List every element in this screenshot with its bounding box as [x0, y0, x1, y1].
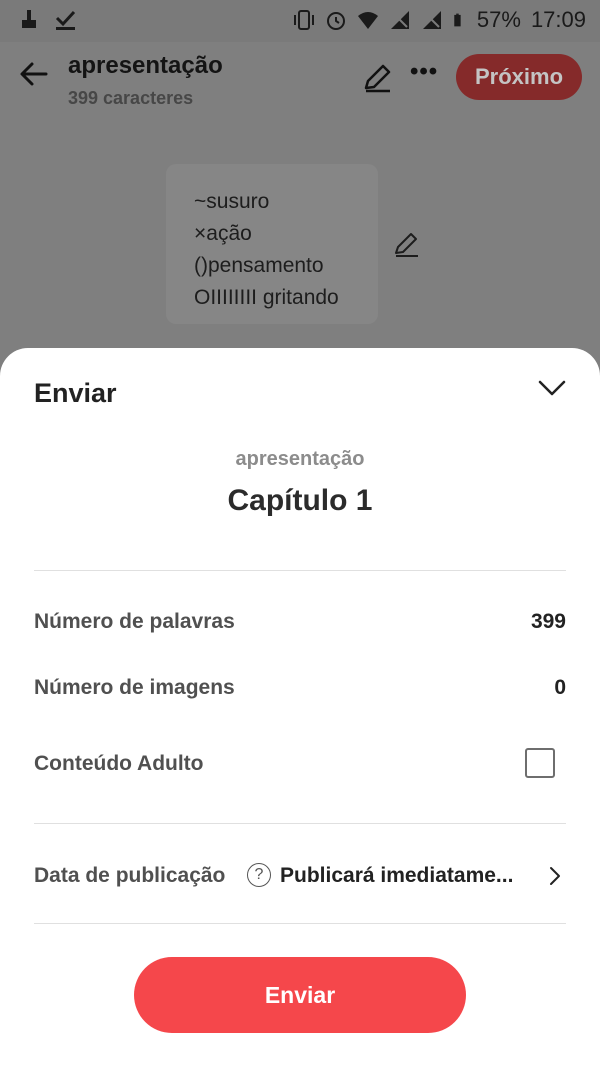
note-line: ~susuro — [194, 190, 270, 213]
alarm-icon — [326, 12, 345, 30]
next-button[interactable]: Próximo — [456, 54, 582, 100]
no-signal-icon — [390, 11, 409, 29]
note-line: ×ação — [194, 222, 252, 245]
status-right: 57% 17:09 — [293, 7, 586, 33]
divider — [34, 823, 566, 824]
adult-content-label: Conteúdo Adulto — [34, 752, 204, 775]
editor-backdrop: ~susuro ×ação ()pensamento OIIIIIIII gri… — [0, 114, 600, 354]
word-count-label: Número de palavras — [34, 610, 235, 633]
download-done-icon — [55, 10, 76, 30]
edit-pencil-icon[interactable] — [362, 62, 394, 94]
clock: 17:09 — [530, 7, 586, 32]
cleaner-icon — [22, 10, 36, 28]
note-line: ()pensamento — [194, 254, 324, 277]
wifi-icon — [357, 12, 378, 29]
editor-header: apresentação 399 caracteres ••• Próximo — [0, 42, 600, 114]
divider — [34, 570, 566, 571]
battery-icon — [454, 13, 461, 27]
no-signal-icon-2 — [422, 11, 441, 29]
image-count-label: Número de imagens — [34, 676, 235, 699]
work-name: apresentação — [235, 448, 365, 470]
note-card[interactable]: ~susuro ×ação ()pensamento OIIIIIIII gri… — [166, 164, 378, 324]
word-count-value: 399 — [530, 610, 566, 633]
status-bar: 57% 17:09 — [0, 0, 600, 42]
publish-date-value[interactable]: Publicará imediatame... — [280, 864, 532, 888]
more-options-icon[interactable]: ••• — [410, 60, 440, 92]
help-icon[interactable]: ? — [247, 863, 271, 887]
chapter-title: Capítulo 1 — [227, 484, 373, 517]
image-count-value: 0 — [554, 676, 566, 699]
note-line: OIIIIIIII gritando — [194, 286, 339, 309]
status-left — [18, 8, 76, 30]
send-bottom-sheet: Enviar apresentação Capítulo 1 Número de… — [0, 348, 600, 1067]
document-title: apresentação — [68, 52, 223, 79]
edit-note-pencil-icon[interactable] — [393, 230, 421, 258]
send-button[interactable]: Enviar — [134, 957, 466, 1033]
back-arrow-icon[interactable] — [18, 58, 50, 90]
sheet-title: Enviar — [34, 378, 117, 408]
divider — [34, 923, 566, 924]
publish-date-label: Data de publicação — [34, 864, 226, 887]
chevron-down-icon[interactable] — [536, 374, 568, 402]
chevron-right-icon[interactable] — [544, 864, 566, 888]
vibrate-icon — [293, 10, 314, 30]
battery-percent: 57% — [476, 7, 521, 32]
character-count: 399 caracteres — [68, 88, 194, 108]
adult-content-checkbox[interactable] — [525, 748, 555, 778]
